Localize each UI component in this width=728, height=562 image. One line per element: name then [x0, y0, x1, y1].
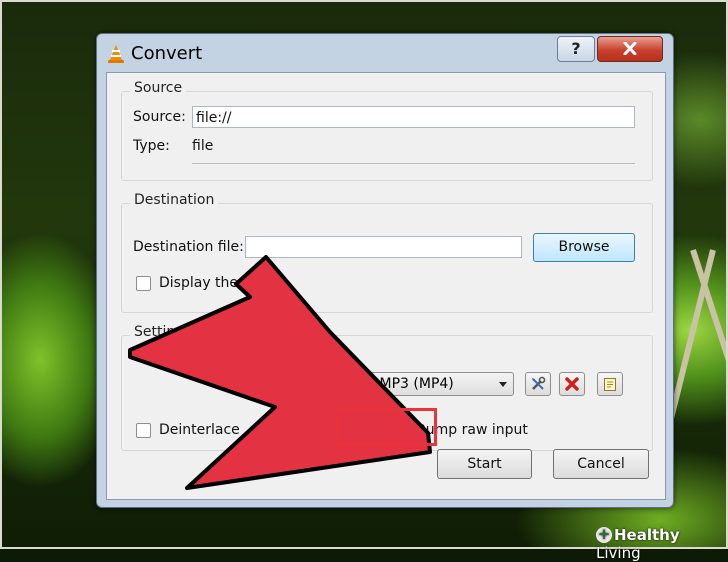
- healthy-living-watermark: + Healthy Living: [596, 525, 728, 562]
- annotation-arrow: [128, 255, 432, 490]
- start-highlight-box: [335, 408, 437, 446]
- plus-logo-icon: +: [596, 525, 612, 543]
- pointer-arrow-shape: [128, 255, 432, 490]
- watermark-living: Living: [596, 544, 641, 562]
- watermark-healthy: Healthy: [614, 526, 680, 544]
